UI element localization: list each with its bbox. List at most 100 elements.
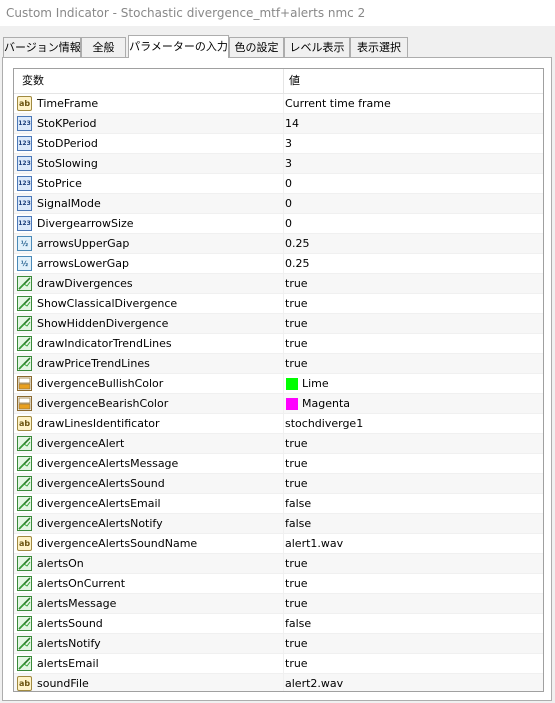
integer-type-icon: 123 bbox=[17, 216, 32, 231]
parameter-value[interactable]: true bbox=[285, 574, 308, 594]
row-divider bbox=[283, 534, 284, 554]
row-divider bbox=[283, 474, 284, 494]
parameter-value[interactable]: Current time frame bbox=[285, 94, 391, 114]
parameter-row-StoDPeriod[interactable]: 123 StoDPeriod 3 bbox=[14, 134, 543, 154]
parameter-value[interactable]: true bbox=[285, 654, 308, 674]
parameter-name: alertsSound bbox=[37, 617, 103, 630]
parameter-name: StoKPeriod bbox=[37, 117, 97, 130]
parameter-value[interactable]: true bbox=[285, 334, 308, 354]
tab-version-info[interactable]: バージョン情報 bbox=[3, 37, 81, 57]
parameter-value[interactable]: 0 bbox=[285, 194, 292, 214]
parameter-row-arrowsUpperGap[interactable]: ½ arrowsUpperGap 0.25 bbox=[14, 234, 543, 254]
tab-input-parameters[interactable]: パラメーターの入力 bbox=[128, 35, 229, 58]
parameter-row-SignalMode[interactable]: 123 SignalMode 0 bbox=[14, 194, 543, 214]
parameter-row-DivergearrowSize[interactable]: 123 DivergearrowSize 0 bbox=[14, 214, 543, 234]
row-divider bbox=[283, 114, 284, 134]
row-divider bbox=[283, 454, 284, 474]
parameter-value[interactable]: true bbox=[285, 554, 308, 574]
parameter-value[interactable]: true bbox=[285, 434, 308, 454]
tab-general[interactable]: 全般 bbox=[81, 37, 126, 57]
parameter-value[interactable]: 0 bbox=[285, 214, 292, 234]
tab-strip: バージョン情報 全般 パラメーターの入力 色の設定 レベル表示 表示選択 bbox=[0, 35, 555, 58]
parameter-row-StoKPeriod[interactable]: 123 StoKPeriod 14 bbox=[14, 114, 543, 134]
tab-visualization[interactable]: 表示選択 bbox=[350, 37, 408, 57]
column-header-value[interactable]: 値 bbox=[289, 69, 300, 93]
parameter-value[interactable]: 0.25 bbox=[285, 254, 310, 274]
row-divider bbox=[283, 314, 284, 334]
column-divider[interactable] bbox=[283, 69, 284, 93]
row-divider bbox=[283, 434, 284, 454]
parameter-value[interactable]: 3 bbox=[285, 134, 292, 154]
parameter-row-drawIndicatorTrendLines[interactable]: drawIndicatorTrendLines true bbox=[14, 334, 543, 354]
parameter-name: StoPrice bbox=[37, 177, 82, 190]
parameter-row-soundFile[interactable]: ab soundFile alert2.wav bbox=[14, 674, 543, 691]
parameter-value[interactable]: 3 bbox=[285, 154, 292, 174]
parameter-row-divergenceAlertsEmail[interactable]: divergenceAlertsEmail false bbox=[14, 494, 543, 514]
parameter-value[interactable]: 14 bbox=[285, 114, 299, 134]
parameter-value[interactable]: false bbox=[285, 494, 311, 514]
row-divider bbox=[283, 514, 284, 534]
parameter-value[interactable]: true bbox=[285, 314, 308, 334]
parameter-value[interactable]: 0 bbox=[285, 174, 292, 194]
bool-type-icon bbox=[17, 616, 32, 631]
parameter-row-alertsMessage[interactable]: alertsMessage true bbox=[14, 594, 543, 614]
row-divider bbox=[283, 554, 284, 574]
parameter-value[interactable]: true bbox=[285, 594, 308, 614]
parameter-row-TimeFrame[interactable]: ab TimeFrame Current time frame bbox=[14, 94, 543, 114]
parameter-value[interactable]: stochdiverge1 bbox=[285, 414, 363, 434]
parameter-value[interactable]: false bbox=[285, 514, 311, 534]
parameter-row-ShowClassicalDivergence[interactable]: ShowClassicalDivergence true bbox=[14, 294, 543, 314]
parameter-value[interactable]: true bbox=[285, 634, 308, 654]
parameter-row-alertsOn[interactable]: alertsOn true bbox=[14, 554, 543, 574]
parameter-value[interactable]: true bbox=[285, 274, 308, 294]
bool-type-icon bbox=[17, 656, 32, 671]
color-swatch[interactable] bbox=[286, 398, 298, 410]
row-divider bbox=[283, 634, 284, 654]
parameter-row-ShowHiddenDivergence[interactable]: ShowHiddenDivergence true bbox=[14, 314, 543, 334]
color-swatch[interactable] bbox=[286, 378, 298, 390]
tab-levels[interactable]: レベル表示 bbox=[284, 37, 350, 57]
parameter-row-arrowsLowerGap[interactable]: ½ arrowsLowerGap 0.25 bbox=[14, 254, 543, 274]
bool-type-icon bbox=[17, 576, 32, 591]
parameter-row-divergenceAlert[interactable]: divergenceAlert true bbox=[14, 434, 543, 454]
parameter-value[interactable]: true bbox=[285, 294, 308, 314]
parameter-row-divergenceAlertsSound[interactable]: divergenceAlertsSound true bbox=[14, 474, 543, 494]
parameter-value[interactable]: false bbox=[285, 614, 311, 634]
parameter-value[interactable]: 0.25 bbox=[285, 234, 310, 254]
column-header-variable[interactable]: 変数 bbox=[22, 69, 44, 93]
parameter-value[interactable]: alert2.wav bbox=[285, 674, 343, 691]
parameter-row-alertsNotify[interactable]: alertsNotify true bbox=[14, 634, 543, 654]
parameter-row-drawPriceTrendLines[interactable]: drawPriceTrendLines true bbox=[14, 354, 543, 374]
parameter-row-drawLinesIdentificator[interactable]: ab drawLinesIdentificator stochdiverge1 bbox=[14, 414, 543, 434]
grid-header: 変数 値 bbox=[14, 69, 543, 94]
parameter-row-StoSlowing[interactable]: 123 StoSlowing 3 bbox=[14, 154, 543, 174]
row-divider bbox=[283, 674, 284, 691]
parameter-row-drawDivergences[interactable]: drawDivergences true bbox=[14, 274, 543, 294]
integer-type-icon: 123 bbox=[17, 196, 32, 211]
parameter-value[interactable]: true bbox=[285, 354, 308, 374]
parameter-row-divergenceAlertsMessage[interactable]: divergenceAlertsMessage true bbox=[14, 454, 543, 474]
parameter-value[interactable]: alert1.wav bbox=[285, 534, 343, 554]
integer-type-icon: 123 bbox=[17, 176, 32, 191]
parameter-row-alertsEmail[interactable]: alertsEmail true bbox=[14, 654, 543, 674]
parameter-row-divergenceAlertsNotify[interactable]: divergenceAlertsNotify false bbox=[14, 514, 543, 534]
parameter-name: StoDPeriod bbox=[37, 137, 98, 150]
parameter-value[interactable]: true bbox=[285, 454, 308, 474]
parameter-name: alertsNotify bbox=[37, 637, 101, 650]
parameter-row-StoPrice[interactable]: 123 StoPrice 0 bbox=[14, 174, 543, 194]
tab-colors[interactable]: 色の設定 bbox=[229, 37, 284, 57]
row-divider bbox=[283, 614, 284, 634]
parameter-value[interactable]: Lime bbox=[302, 374, 329, 394]
parameter-row-alertsOnCurrent[interactable]: alertsOnCurrent true bbox=[14, 574, 543, 594]
parameter-row-divergenceAlertsSoundName[interactable]: ab divergenceAlertsSoundName alert1.wav bbox=[14, 534, 543, 554]
parameter-name: arrowsLowerGap bbox=[37, 257, 130, 270]
parameter-value[interactable]: true bbox=[285, 474, 308, 494]
integer-type-icon: 123 bbox=[17, 136, 32, 151]
parameter-row-divergenceBullishColor[interactable]: divergenceBullishColor Lime bbox=[14, 374, 543, 394]
row-divider bbox=[283, 134, 284, 154]
parameter-name: alertsMessage bbox=[37, 597, 117, 610]
parameter-value[interactable]: Magenta bbox=[302, 394, 350, 414]
parameter-row-divergenceBearishColor[interactable]: divergenceBearishColor Magenta bbox=[14, 394, 543, 414]
string-type-icon: ab bbox=[17, 416, 32, 431]
parameter-row-alertsSound[interactable]: alertsSound false bbox=[14, 614, 543, 634]
